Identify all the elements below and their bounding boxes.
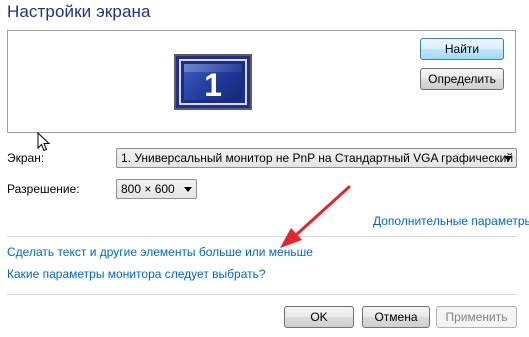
resolution-select[interactable]: 800 × 600 [116,179,197,199]
monitor-screen: 1 [184,64,242,103]
find-button[interactable]: Найти [420,38,504,60]
apply-button: Применить [436,306,517,328]
text-size-link[interactable]: Сделать текст и другие элементы больше и… [7,245,313,259]
monitor-number: 1 [204,67,222,103]
monitor-help-link[interactable]: Какие параметры монитора следует выбрать… [7,267,266,281]
footer-divider [7,294,517,295]
resolution-select-value: 800 × 600 [121,182,175,196]
screen-select-value: 1. Универсальный монитор не PnP на Станд… [121,151,517,165]
page-title: Настройки экрана [7,2,151,21]
identify-button[interactable]: Определить [420,68,504,90]
ok-button[interactable]: OK [284,306,354,328]
dropdown-arrow-icon [504,156,512,161]
cancel-button[interactable]: Отмена [362,306,430,328]
section-divider [7,236,517,237]
screen-label: Экран: [7,151,45,165]
screen-select[interactable]: 1. Универсальный монитор не PnP на Станд… [116,148,517,168]
advanced-settings-link[interactable]: Дополнительные параметры [373,214,529,228]
mouse-cursor-icon [37,132,51,152]
monitor-bezel: 1 [179,59,247,105]
dropdown-arrow-icon [184,187,192,192]
monitor-icon[interactable]: 1 [174,54,252,110]
resolution-label: Разрешение: [7,182,80,196]
